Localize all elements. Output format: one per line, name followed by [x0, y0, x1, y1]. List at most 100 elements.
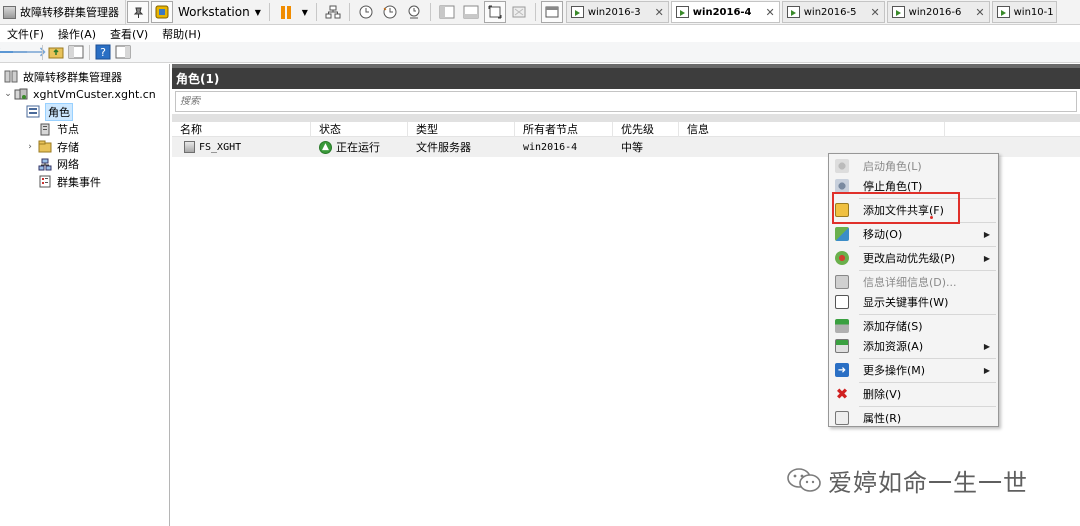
column-header-status[interactable]: 状态: [311, 121, 408, 137]
action-pane-icon[interactable]: [115, 44, 131, 60]
close-icon[interactable]: ✕: [975, 6, 984, 19]
role-priority: 中等: [621, 141, 643, 154]
search-box[interactable]: [175, 91, 1077, 112]
vm-tab-icon: [570, 6, 584, 18]
menu-item-more-actions[interactable]: ➜ 更多操作(M) ▶: [829, 360, 998, 380]
menu-item-label: 更改启动优先级(P): [863, 252, 956, 265]
wechat-icon: [787, 468, 821, 492]
vm-tab-label: win10-1: [1013, 6, 1054, 18]
console-tree-icon[interactable]: [68, 44, 84, 60]
tree-item-roles[interactable]: 角色: [0, 102, 169, 121]
menu-action[interactable]: 操作(A): [51, 26, 103, 42]
info-details-icon: [835, 275, 849, 289]
cell-priority: 中等: [613, 139, 679, 155]
tree-cluster[interactable]: ⌄ xghtVmCuster.xght.cn: [0, 86, 169, 104]
pause-button[interactable]: [275, 1, 297, 23]
menu-item-remove[interactable]: ✖ 删除(V): [829, 384, 998, 404]
role-owner: win2016-4: [523, 141, 578, 153]
table-header: 名称 状态 类型 所有者节点 优先级 信息: [172, 121, 1080, 137]
chevron-down-icon[interactable]: ⌄: [2, 89, 14, 99]
cluster-icon: [14, 88, 28, 100]
column-header-owner[interactable]: 所有者节点: [515, 121, 613, 137]
priority-icon: [835, 251, 849, 265]
fullscreen-icon: [488, 5, 502, 19]
menu-item-label: 属性(R): [863, 412, 902, 425]
divider: [859, 245, 996, 247]
tree-item-networks[interactable]: 网络: [0, 156, 169, 174]
close-icon[interactable]: ✕: [870, 6, 879, 19]
menu-item-label: 添加资源(A): [863, 340, 924, 353]
workstation-menu[interactable]: Workstation ▼: [174, 1, 265, 23]
menu-file[interactable]: 文件(F): [0, 26, 51, 42]
pin-button[interactable]: [127, 1, 149, 23]
annotation-cursor-dot: [930, 216, 933, 219]
vm-tab-win2016-6[interactable]: win2016-6 ✕: [886, 1, 990, 23]
revert-snapshot-button[interactable]: [379, 1, 401, 23]
power-dropdown[interactable]: ▼: [299, 1, 311, 23]
menu-item-start-role[interactable]: 启动角色(L): [829, 156, 998, 176]
column-header-type[interactable]: 类型: [408, 121, 515, 137]
tree-item-cluster-events[interactable]: 群集事件: [0, 173, 169, 191]
snapshot-button[interactable]: [355, 1, 377, 23]
network-icon: [38, 158, 52, 171]
search-input[interactable]: [180, 96, 1076, 107]
menu-item-add-resource[interactable]: 添加资源(A) ▶: [829, 336, 998, 356]
menu-item-properties[interactable]: 属性(R): [829, 408, 998, 428]
tree-item-storage[interactable]: › 存储: [0, 138, 169, 156]
revert-icon: [383, 5, 397, 19]
help-icon[interactable]: ?: [95, 44, 111, 60]
menu-item-move[interactable]: 移动(O) ▶: [829, 224, 998, 244]
add-storage-icon: [835, 319, 849, 333]
submenu-arrow-icon: ▶: [983, 229, 990, 239]
divider: [859, 269, 996, 271]
tree-item-label: 群集事件: [57, 175, 101, 189]
role-name: FS_XGHT: [199, 141, 242, 153]
tree-cluster-label: xghtVmCuster.xght.cn: [33, 87, 156, 101]
vm-tab-win2016-5[interactable]: win2016-5 ✕: [781, 1, 885, 23]
vm-tab-win2016-3[interactable]: win2016-3 ✕: [565, 1, 669, 23]
column-header-priority[interactable]: 优先级: [613, 121, 679, 137]
show-library-button[interactable]: [436, 1, 458, 23]
vm-tab-win10-1[interactable]: win10-1: [991, 1, 1057, 23]
column-header-info[interactable]: 信息: [679, 121, 945, 137]
column-header-name[interactable]: 名称: [172, 121, 311, 137]
tree-root-label: 故障转移群集管理器: [23, 70, 122, 84]
events-icon: [39, 175, 51, 188]
close-icon[interactable]: ✕: [655, 6, 664, 19]
console-view-button[interactable]: [540, 1, 563, 23]
menu-item-show-critical-events[interactable]: 显示关键事件(W): [829, 292, 998, 312]
tree-root[interactable]: 故障转移群集管理器: [0, 68, 169, 86]
menu-item-change-priority[interactable]: 更改启动优先级(P) ▶: [829, 248, 998, 268]
vm-tab-label: win2016-6: [908, 6, 962, 18]
running-status-icon: ▲: [319, 140, 332, 154]
menu-item-add-storage[interactable]: 添加存储(S): [829, 316, 998, 336]
send-keys-button[interactable]: [322, 1, 344, 23]
add-resource-icon: [835, 339, 849, 353]
divider: [859, 313, 996, 315]
tree-item-nodes[interactable]: 节点: [0, 121, 169, 139]
annotation-highlight-box: [832, 192, 960, 224]
chevron-down-icon: ▼: [301, 7, 308, 17]
forward-arrow-icon[interactable]: 🡒: [12, 45, 47, 60]
vm-library-button[interactable]: [151, 1, 173, 23]
chevron-right-icon[interactable]: ›: [22, 142, 38, 152]
cell-name: FS_XGHT: [172, 141, 311, 153]
menu-item-label: 删除(V): [863, 388, 902, 401]
snapshot-manager-icon: [408, 5, 420, 19]
full-screen-button[interactable]: [483, 1, 506, 23]
vm-tab-win2016-4[interactable]: win2016-4 ✕: [670, 1, 780, 23]
cluster-manager-icon: [3, 5, 16, 19]
watermark: 爱婷如命一生一世: [786, 462, 1028, 498]
thumbnail-bar-button[interactable]: [460, 1, 482, 23]
menu-item-information-details[interactable]: 信息详细信息(D)...: [829, 272, 998, 292]
menu-item-label: 移动(O): [863, 228, 903, 241]
menu-view[interactable]: 查看(V): [103, 26, 155, 42]
tree-item-label: 角色: [45, 102, 73, 121]
critical-events-icon: [835, 295, 849, 309]
vm-tab-icon: [996, 6, 1010, 18]
menu-help[interactable]: 帮助(H): [155, 26, 208, 42]
unity-button[interactable]: [508, 1, 530, 23]
close-icon[interactable]: ✕: [766, 6, 775, 19]
up-folder-icon[interactable]: [48, 44, 64, 60]
snapshot-manager-button[interactable]: [403, 1, 425, 23]
